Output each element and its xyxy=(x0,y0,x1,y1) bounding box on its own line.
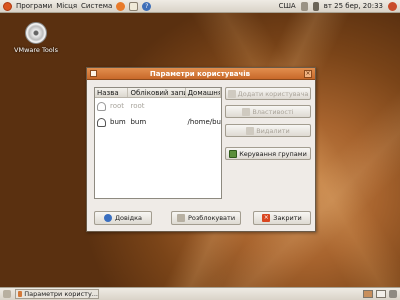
workspace-2[interactable] xyxy=(376,290,386,298)
dialog-title: Параметри користувачів xyxy=(149,69,251,78)
help-label: Довідка xyxy=(114,214,143,222)
manage-groups-label: Керування групами xyxy=(239,149,307,158)
keyboard-layout[interactable]: США xyxy=(279,2,296,10)
close-x-icon: × xyxy=(262,214,271,222)
unlock-label: Розблокувати xyxy=(187,214,236,222)
close-label: Закрити xyxy=(273,214,302,222)
add-user-label: Додати користувача xyxy=(237,89,309,98)
add-user-icon xyxy=(227,89,236,98)
power-icon[interactable] xyxy=(388,1,397,11)
column-header-account[interactable]: Обліковий запис xyxy=(128,88,186,97)
help-icon[interactable]: ? xyxy=(142,1,152,11)
clock[interactable]: вт 25 бер, 20:33 xyxy=(324,2,383,10)
menu-places[interactable]: Місця xyxy=(56,2,77,10)
menu-applications[interactable]: Програми xyxy=(16,2,52,10)
show-desktop-icon[interactable] xyxy=(3,290,11,298)
top-panel: Програми Місця Система ? США вт 25 бер, … xyxy=(0,0,400,13)
users-settings-dialog: Параметри користувачів × Назва Обліковий… xyxy=(86,67,316,232)
window-menu-icon[interactable] xyxy=(90,70,97,77)
key-icon xyxy=(176,214,185,222)
desktop-icon-vmware-tools[interactable]: VMware Tools xyxy=(14,22,58,54)
user-account: bum xyxy=(130,118,147,126)
delete-button[interactable]: Видалити xyxy=(225,124,311,137)
user-home: /home/bu xyxy=(187,118,221,126)
add-user-button[interactable]: Додати користувача xyxy=(225,87,311,100)
list-header: Назва Обліковий запис Домашня тека xyxy=(95,88,221,98)
column-header-name[interactable]: Назва xyxy=(95,88,129,97)
firefox-icon[interactable] xyxy=(116,1,126,11)
desktop-icon-label: VMware Tools xyxy=(14,46,58,54)
help-button[interactable]: Довідка xyxy=(94,211,152,225)
delete-icon xyxy=(246,126,255,135)
help-circle-icon xyxy=(103,214,112,222)
close-icon[interactable]: × xyxy=(304,69,312,78)
cdrom-icon xyxy=(25,22,47,44)
taskbar-item[interactable]: Параметри користу... xyxy=(15,289,99,299)
properties-icon xyxy=(242,107,251,116)
manage-groups-button[interactable]: Керування групами xyxy=(225,147,311,160)
bottom-panel: Параметри користу... xyxy=(0,287,400,300)
mail-icon[interactable] xyxy=(129,1,139,11)
properties-label: Властивості xyxy=(252,107,294,116)
table-row[interactable]: bum bum /home/bu xyxy=(95,114,221,130)
taskbar-item-label: Параметри користу... xyxy=(24,290,98,298)
dialog-titlebar[interactable]: Параметри користувачів × xyxy=(87,68,315,80)
column-header-home[interactable]: Домашня тека xyxy=(186,88,221,97)
user-name: bum xyxy=(110,118,126,126)
groups-icon xyxy=(229,149,238,158)
table-row[interactable]: root root xyxy=(95,98,221,114)
user-name: root xyxy=(110,102,125,110)
menu-system[interactable]: Система xyxy=(81,2,112,10)
user-icon xyxy=(97,101,106,111)
user-list[interactable]: Назва Обліковий запис Домашня тека root … xyxy=(94,87,222,199)
ubuntu-logo-icon[interactable] xyxy=(3,1,12,11)
volume-icon[interactable] xyxy=(312,1,319,11)
user-account: root xyxy=(130,102,145,110)
close-button[interactable]: × Закрити xyxy=(253,211,311,225)
delete-label: Видалити xyxy=(256,126,290,135)
window-icon xyxy=(18,291,23,297)
workspace-1[interactable] xyxy=(363,290,373,298)
properties-button[interactable]: Властивості xyxy=(225,105,311,118)
unlock-button[interactable]: Розблокувати xyxy=(171,211,241,225)
trash-icon[interactable] xyxy=(389,290,397,298)
user-icon xyxy=(97,117,106,127)
network-icon[interactable] xyxy=(300,1,308,11)
